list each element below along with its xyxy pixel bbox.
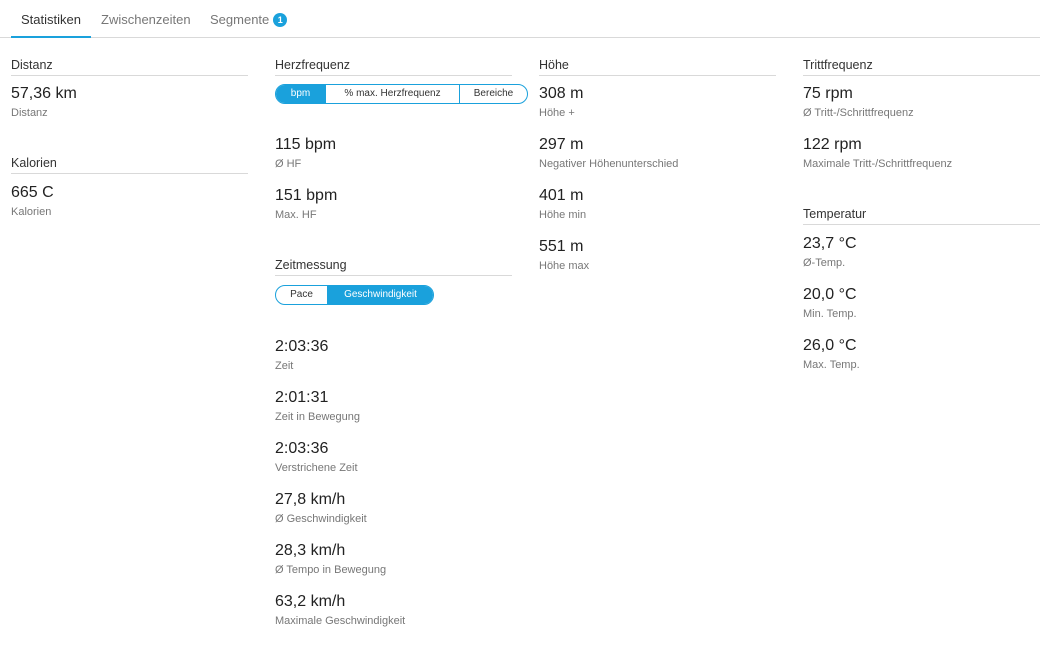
section-title-kalorien: Kalorien (11, 155, 248, 174)
segment-count-badge: 1 (273, 13, 288, 27)
stat-label: Höhe max (539, 260, 590, 272)
stat-kalorien: 665 C Kalorien (11, 183, 54, 219)
stat-avg-trittfrequenz: 75 rpm Ø Tritt-/Schrittfrequenz (803, 84, 914, 120)
section-title-hoehe: Höhe (539, 57, 776, 76)
stat-max-trittfrequenz: 122 rpm Maximale Tritt-/Schrittfrequenz (803, 135, 952, 171)
stat-zeit-in-bewegung: 2:01:31 Zeit in Bewegung (275, 388, 360, 424)
stat-avg-tempo-bewegung: 28,3 km/h Ø Tempo in Bewegung (275, 541, 386, 577)
stat-label: Verstrichene Zeit (275, 462, 358, 474)
stat-value: 151 bpm (275, 187, 338, 204)
stat-label: Maximale Tritt-/Schrittfrequenz (803, 158, 953, 170)
stat-value: 2:01:31 (275, 389, 329, 406)
stat-hoehe-max: 551 m Höhe max (539, 237, 589, 273)
stat-zeit: 2:03:36 Zeit (275, 337, 328, 373)
toggle-percent-max-hf[interactable]: % max. Herzfrequenz (326, 85, 460, 103)
tab-label: Zwischenzeiten (101, 12, 191, 27)
tab-label: Statistiken (21, 12, 81, 27)
stat-label: Zeit in Bewegung (275, 411, 360, 423)
stat-hoehe-min: 401 m Höhe min (539, 186, 586, 222)
section-title-herzfrequenz: Herzfrequenz (275, 57, 512, 76)
stat-min-temp: 20,0 °C Min. Temp. (803, 285, 857, 321)
stat-value: 26,0 °C (803, 337, 857, 354)
stat-hoehe-plus: 308 m Höhe + (539, 84, 583, 120)
section-title-zeitmessung: Zeitmessung (275, 257, 512, 276)
stat-hoehe-negativ: 297 m Negativer Höhenunterschied (539, 135, 678, 171)
stat-value: 2:03:36 (275, 440, 329, 457)
stat-value: 27,8 km/h (275, 491, 346, 508)
section-title-temperatur: Temperatur (803, 206, 1040, 225)
stat-value: 401 m (539, 187, 584, 204)
stat-value: 75 rpm (803, 85, 853, 102)
stat-value: 20,0 °C (803, 286, 857, 303)
stat-value: 2:03:36 (275, 338, 329, 355)
stat-value: 63,2 km/h (275, 593, 346, 610)
stat-max-geschwindigkeit: 63,2 km/h Maximale Geschwindigkeit (275, 592, 405, 628)
stat-label: Ø-Temp. (803, 257, 846, 269)
stat-value: 57,36 km (11, 85, 77, 102)
stat-avg-geschwindigkeit: 27,8 km/h Ø Geschwindigkeit (275, 490, 367, 526)
stat-label: Max. Temp. (803, 359, 860, 371)
stat-label: Ø Tempo in Bewegung (275, 564, 387, 576)
stat-label: Negativer Höhenunterschied (539, 158, 679, 170)
stat-value: 308 m (539, 85, 584, 102)
tab-statistiken[interactable]: Statistiken (11, 0, 91, 38)
stat-label: Ø Tritt-/Schrittfrequenz (803, 107, 914, 119)
stat-value: 122 rpm (803, 136, 862, 153)
toggle-pace[interactable]: Pace (276, 286, 328, 304)
stat-verstrichene-zeit: 2:03:36 Verstrichene Zeit (275, 439, 358, 475)
stat-label: Max. HF (275, 209, 317, 221)
stat-max-temp: 26,0 °C Max. Temp. (803, 336, 860, 372)
tab-segmente[interactable]: Segmente 1 (200, 0, 297, 36)
timing-unit-toggle: Pace Geschwindigkeit (275, 285, 434, 305)
stat-value: 297 m (539, 136, 584, 153)
toggle-bpm[interactable]: bpm (276, 85, 326, 103)
section-title-trittfrequenz: Trittfrequenz (803, 57, 1040, 76)
stat-value: 551 m (539, 238, 584, 255)
stat-label: Höhe + (539, 107, 575, 119)
stat-label: Ø Geschwindigkeit (275, 513, 367, 525)
stat-avg-temp: 23,7 °C Ø-Temp. (803, 234, 857, 270)
tab-label: Segmente (210, 12, 270, 27)
stat-label: Min. Temp. (803, 308, 857, 320)
stat-label: Ø HF (275, 158, 302, 170)
stat-label: Kalorien (11, 206, 52, 218)
stat-value: 115 bpm (275, 136, 337, 153)
stat-value: 28,3 km/h (275, 542, 346, 559)
heart-rate-unit-toggle: bpm % max. Herzfrequenz Bereiche (275, 84, 528, 104)
toggle-geschwindigkeit[interactable]: Geschwindigkeit (328, 286, 433, 304)
stat-label: Distanz (11, 107, 48, 119)
stat-avg-hf: 115 bpm Ø HF (275, 135, 336, 171)
tab-zwischenzeiten[interactable]: Zwischenzeiten (91, 0, 201, 36)
stat-value: 665 C (11, 184, 54, 201)
tab-bar: Statistiken Zwischenzeiten Segmente 1 (0, 0, 1040, 38)
stat-label: Maximale Geschwindigkeit (275, 615, 406, 627)
stat-label: Zeit (275, 360, 294, 372)
toggle-bereiche[interactable]: Bereiche (460, 85, 527, 103)
stat-distanz: 57,36 km Distanz (11, 84, 77, 120)
stat-label: Höhe min (539, 209, 587, 221)
stat-max-hf: 151 bpm Max. HF (275, 186, 337, 222)
section-title-distanz: Distanz (11, 57, 248, 76)
stat-value: 23,7 °C (803, 235, 857, 252)
